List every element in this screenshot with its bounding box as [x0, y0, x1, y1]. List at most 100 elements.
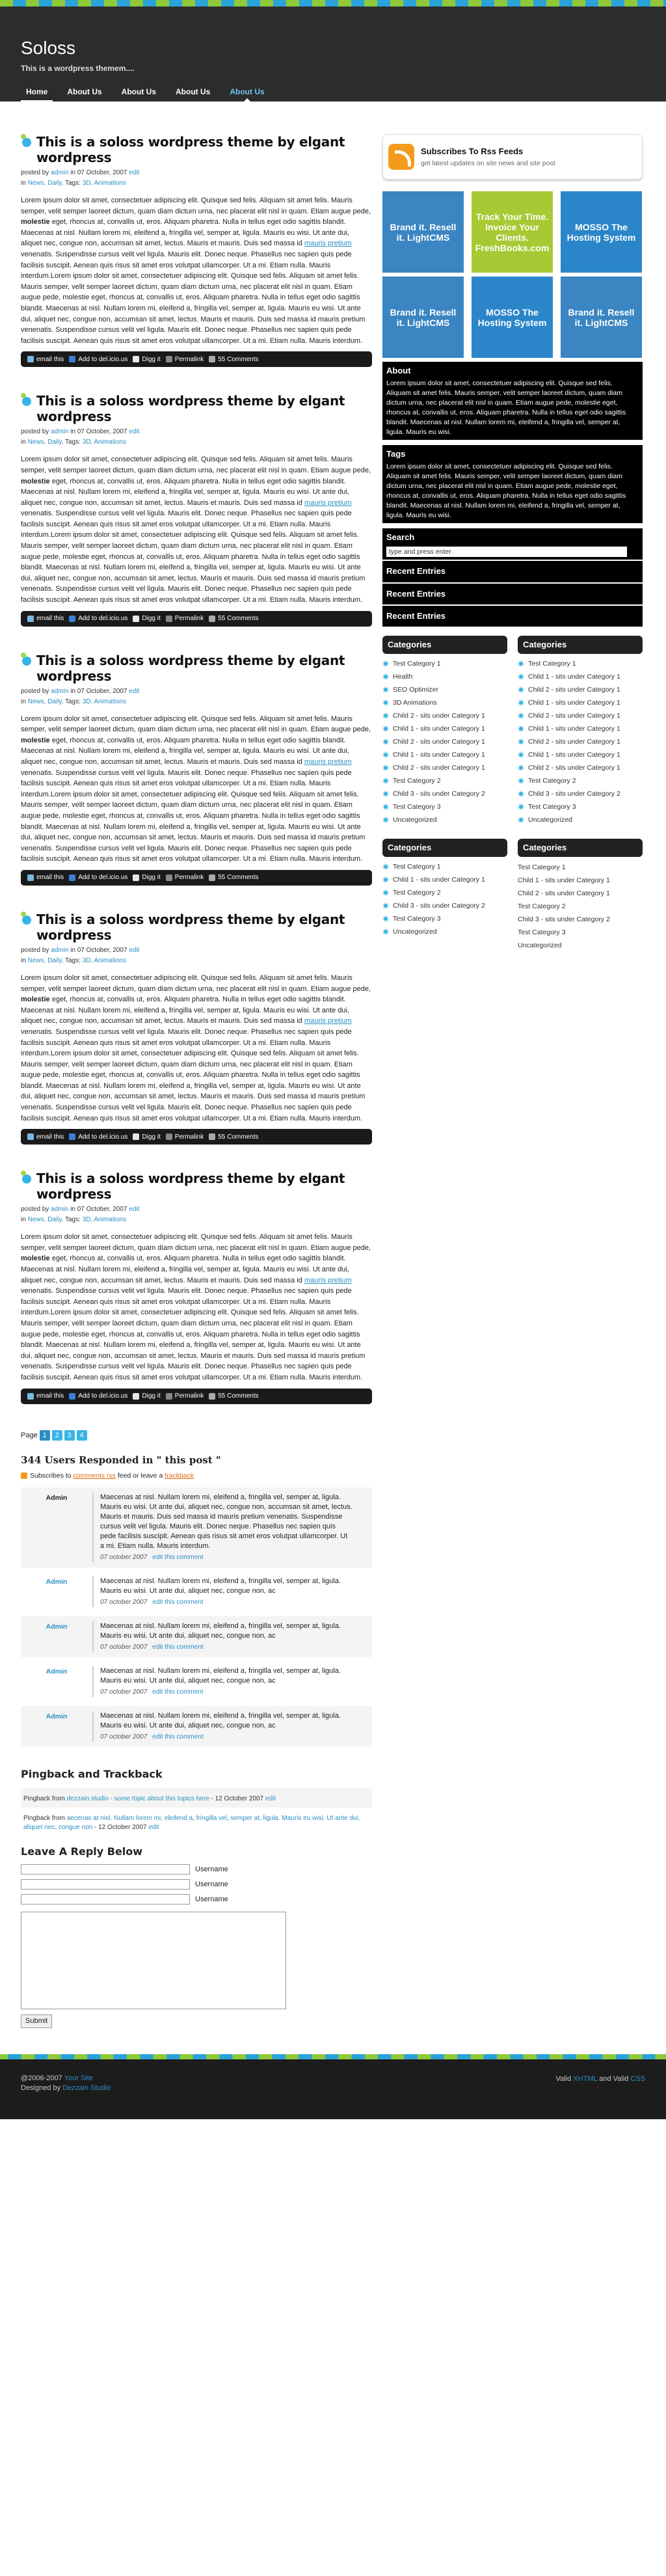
footer-site-link[interactable]: Your Site — [64, 2074, 93, 2082]
post-edit-link[interactable]: edit — [129, 688, 139, 695]
permalink-button[interactable]: Permalink — [165, 355, 204, 365]
recent-entries-2[interactable]: Recent Entries — [382, 583, 643, 604]
category-item[interactable]: Child 1 - sits under Category 1 — [518, 749, 643, 762]
ad-banner[interactable]: MOSSO The Hosting System — [472, 277, 553, 358]
post-tags[interactable]: 3D, Animations — [83, 957, 126, 964]
category-item[interactable]: Test Category 3 — [518, 801, 643, 814]
category-item[interactable]: Test Category 3 — [518, 926, 643, 939]
permalink-button[interactable]: Permalink — [165, 1132, 204, 1143]
comment-textarea[interactable] — [21, 1911, 286, 2009]
category-item[interactable]: Child 3 - sits under Category 2 — [518, 913, 643, 926]
category-item[interactable]: Child 2 - sits under Category 1 — [518, 736, 643, 749]
nav-home[interactable]: Home — [21, 82, 53, 102]
category-item[interactable]: Test Category 3 — [382, 801, 507, 814]
post-categories[interactable]: News, Daily — [28, 698, 62, 705]
website-field[interactable] — [21, 1894, 190, 1905]
edit-comment-link[interactable]: edit this comment — [152, 1644, 203, 1651]
category-item[interactable]: Child 1 - sits under Category 1 — [518, 697, 643, 710]
pingback-link[interactable]: dezzain studio - some topic about this t… — [67, 1795, 209, 1802]
site-title[interactable]: Soloss — [21, 39, 666, 57]
post-inline-link[interactable]: mauris pretium — [304, 1277, 352, 1284]
digg-button[interactable]: Digg it — [133, 614, 161, 624]
category-item[interactable]: Test Category 1 — [518, 861, 643, 874]
nav-about-2[interactable]: About Us — [116, 82, 161, 102]
comments-rss-link[interactable]: comments rss — [73, 1471, 116, 1481]
permalink-button[interactable]: Permalink — [165, 873, 204, 883]
category-item[interactable]: Health — [382, 671, 507, 684]
comments-button[interactable]: 55 Comments — [209, 614, 259, 624]
category-item[interactable]: Uncategorized — [518, 814, 643, 827]
nav-about-3[interactable]: About Us — [170, 82, 215, 102]
css-link[interactable]: CSS — [630, 2075, 645, 2083]
delicious-button[interactable]: Add to del.icio.us — [69, 1391, 127, 1402]
name-field[interactable] — [21, 1864, 190, 1875]
post-edit-link[interactable]: edit — [129, 428, 139, 435]
category-item[interactable]: Child 3 - sits under Category 2 — [382, 788, 507, 801]
category-item[interactable]: Child 2 - sits under Category 1 — [382, 710, 507, 723]
post-tags[interactable]: 3D, Animations — [83, 698, 126, 705]
edit-comment-link[interactable]: edit this comment — [152, 1733, 203, 1741]
post-categories[interactable]: News, Daily — [28, 439, 62, 446]
category-item[interactable]: Child 1 - sits under Category 1 — [382, 874, 507, 887]
category-item[interactable]: Test Category 2 — [382, 775, 507, 788]
edit-comment-link[interactable]: edit this comment — [152, 1599, 203, 1606]
category-item[interactable]: Test Category 1 — [382, 658, 507, 671]
category-item[interactable]: Child 2 - sits under Category 1 — [518, 762, 643, 775]
page-1[interactable]: 1 — [39, 1430, 50, 1441]
category-item[interactable]: Child 2 - sits under Category 1 — [382, 736, 507, 749]
digg-button[interactable]: Digg it — [133, 1391, 161, 1402]
email-this-button[interactable]: email this — [27, 1391, 64, 1402]
category-item[interactable]: Child 3 - sits under Category 2 — [518, 788, 643, 801]
post-categories[interactable]: News, Daily — [28, 1216, 62, 1223]
post-title[interactable]: This is a soloss wordpress theme by elga… — [36, 134, 372, 165]
pingback-edit[interactable]: edit — [148, 1824, 159, 1831]
post-edit-link[interactable]: edit — [129, 169, 139, 176]
submit-button[interactable]: Submit — [21, 2014, 53, 2028]
category-item[interactable]: Test Category 2 — [518, 775, 643, 788]
category-item[interactable]: SEO Optimizer — [382, 684, 507, 697]
category-item[interactable]: Test Category 2 — [518, 900, 643, 913]
category-item[interactable]: Child 1 - sits under Category 1 — [518, 874, 643, 887]
category-item[interactable]: Child 1 - sits under Category 1 — [382, 723, 507, 736]
digg-button[interactable]: Digg it — [133, 873, 161, 883]
post-author-link[interactable]: admin — [51, 947, 68, 954]
delicious-button[interactable]: Add to del.icio.us — [69, 355, 127, 365]
ad-banner[interactable]: MOSSO The Hosting System — [561, 191, 642, 273]
category-item[interactable]: 3D Animations — [382, 697, 507, 710]
category-item[interactable]: Test Category 1 — [382, 861, 507, 874]
category-item[interactable]: Child 3 - sits under Category 2 — [382, 900, 507, 913]
edit-comment-link[interactable]: edit this comment — [152, 1688, 203, 1696]
post-tags[interactable]: 3D, Animations — [83, 180, 126, 187]
email-this-button[interactable]: email this — [27, 355, 64, 365]
ad-banner[interactable]: Track Your Time. Invoice Your Clients. F… — [472, 191, 553, 273]
delicious-button[interactable]: Add to del.icio.us — [69, 614, 127, 624]
nav-about-1[interactable]: About Us — [62, 82, 107, 102]
comments-button[interactable]: 55 Comments — [209, 1391, 259, 1402]
post-title[interactable]: This is a soloss wordpress theme by elga… — [36, 912, 372, 943]
comments-button[interactable]: 55 Comments — [209, 1132, 259, 1143]
digg-button[interactable]: Digg it — [133, 1132, 161, 1143]
post-title[interactable]: This is a soloss wordpress theme by elga… — [36, 393, 372, 424]
pingback-link[interactable]: aecenas at nisl. Nullam lorem mi, eleife… — [23, 1815, 360, 1831]
search-input[interactable]: type and press enter — [386, 547, 627, 558]
email-this-button[interactable]: email this — [27, 1132, 64, 1143]
pingback-edit[interactable]: edit — [265, 1795, 276, 1802]
post-categories[interactable]: News, Daily — [28, 180, 62, 187]
digg-button[interactable]: Digg it — [133, 355, 161, 365]
email-this-button[interactable]: email this — [27, 614, 64, 624]
delicious-button[interactable]: Add to del.icio.us — [69, 1132, 127, 1143]
edit-comment-link[interactable]: edit this comment — [152, 1554, 203, 1561]
comments-button[interactable]: 55 Comments — [209, 355, 259, 365]
post-title[interactable]: This is a soloss wordpress theme by elga… — [36, 1171, 372, 1202]
category-item[interactable]: Child 1 - sits under Category 1 — [518, 723, 643, 736]
category-item[interactable]: Uncategorized — [382, 814, 507, 827]
email-field[interactable] — [21, 1879, 190, 1890]
category-item[interactable]: Child 2 - sits under Category 1 — [518, 684, 643, 697]
post-author-link[interactable]: admin — [51, 169, 68, 176]
permalink-button[interactable]: Permalink — [165, 1391, 204, 1402]
ad-banner[interactable]: Brand it. Resell it. LightCMS — [382, 191, 464, 273]
post-inline-link[interactable]: mauris pretium — [304, 499, 352, 507]
category-item[interactable]: Test Category 3 — [382, 913, 507, 926]
post-author-link[interactable]: admin — [51, 688, 68, 695]
category-item[interactable]: Child 2 - sits under Category 1 — [382, 762, 507, 775]
